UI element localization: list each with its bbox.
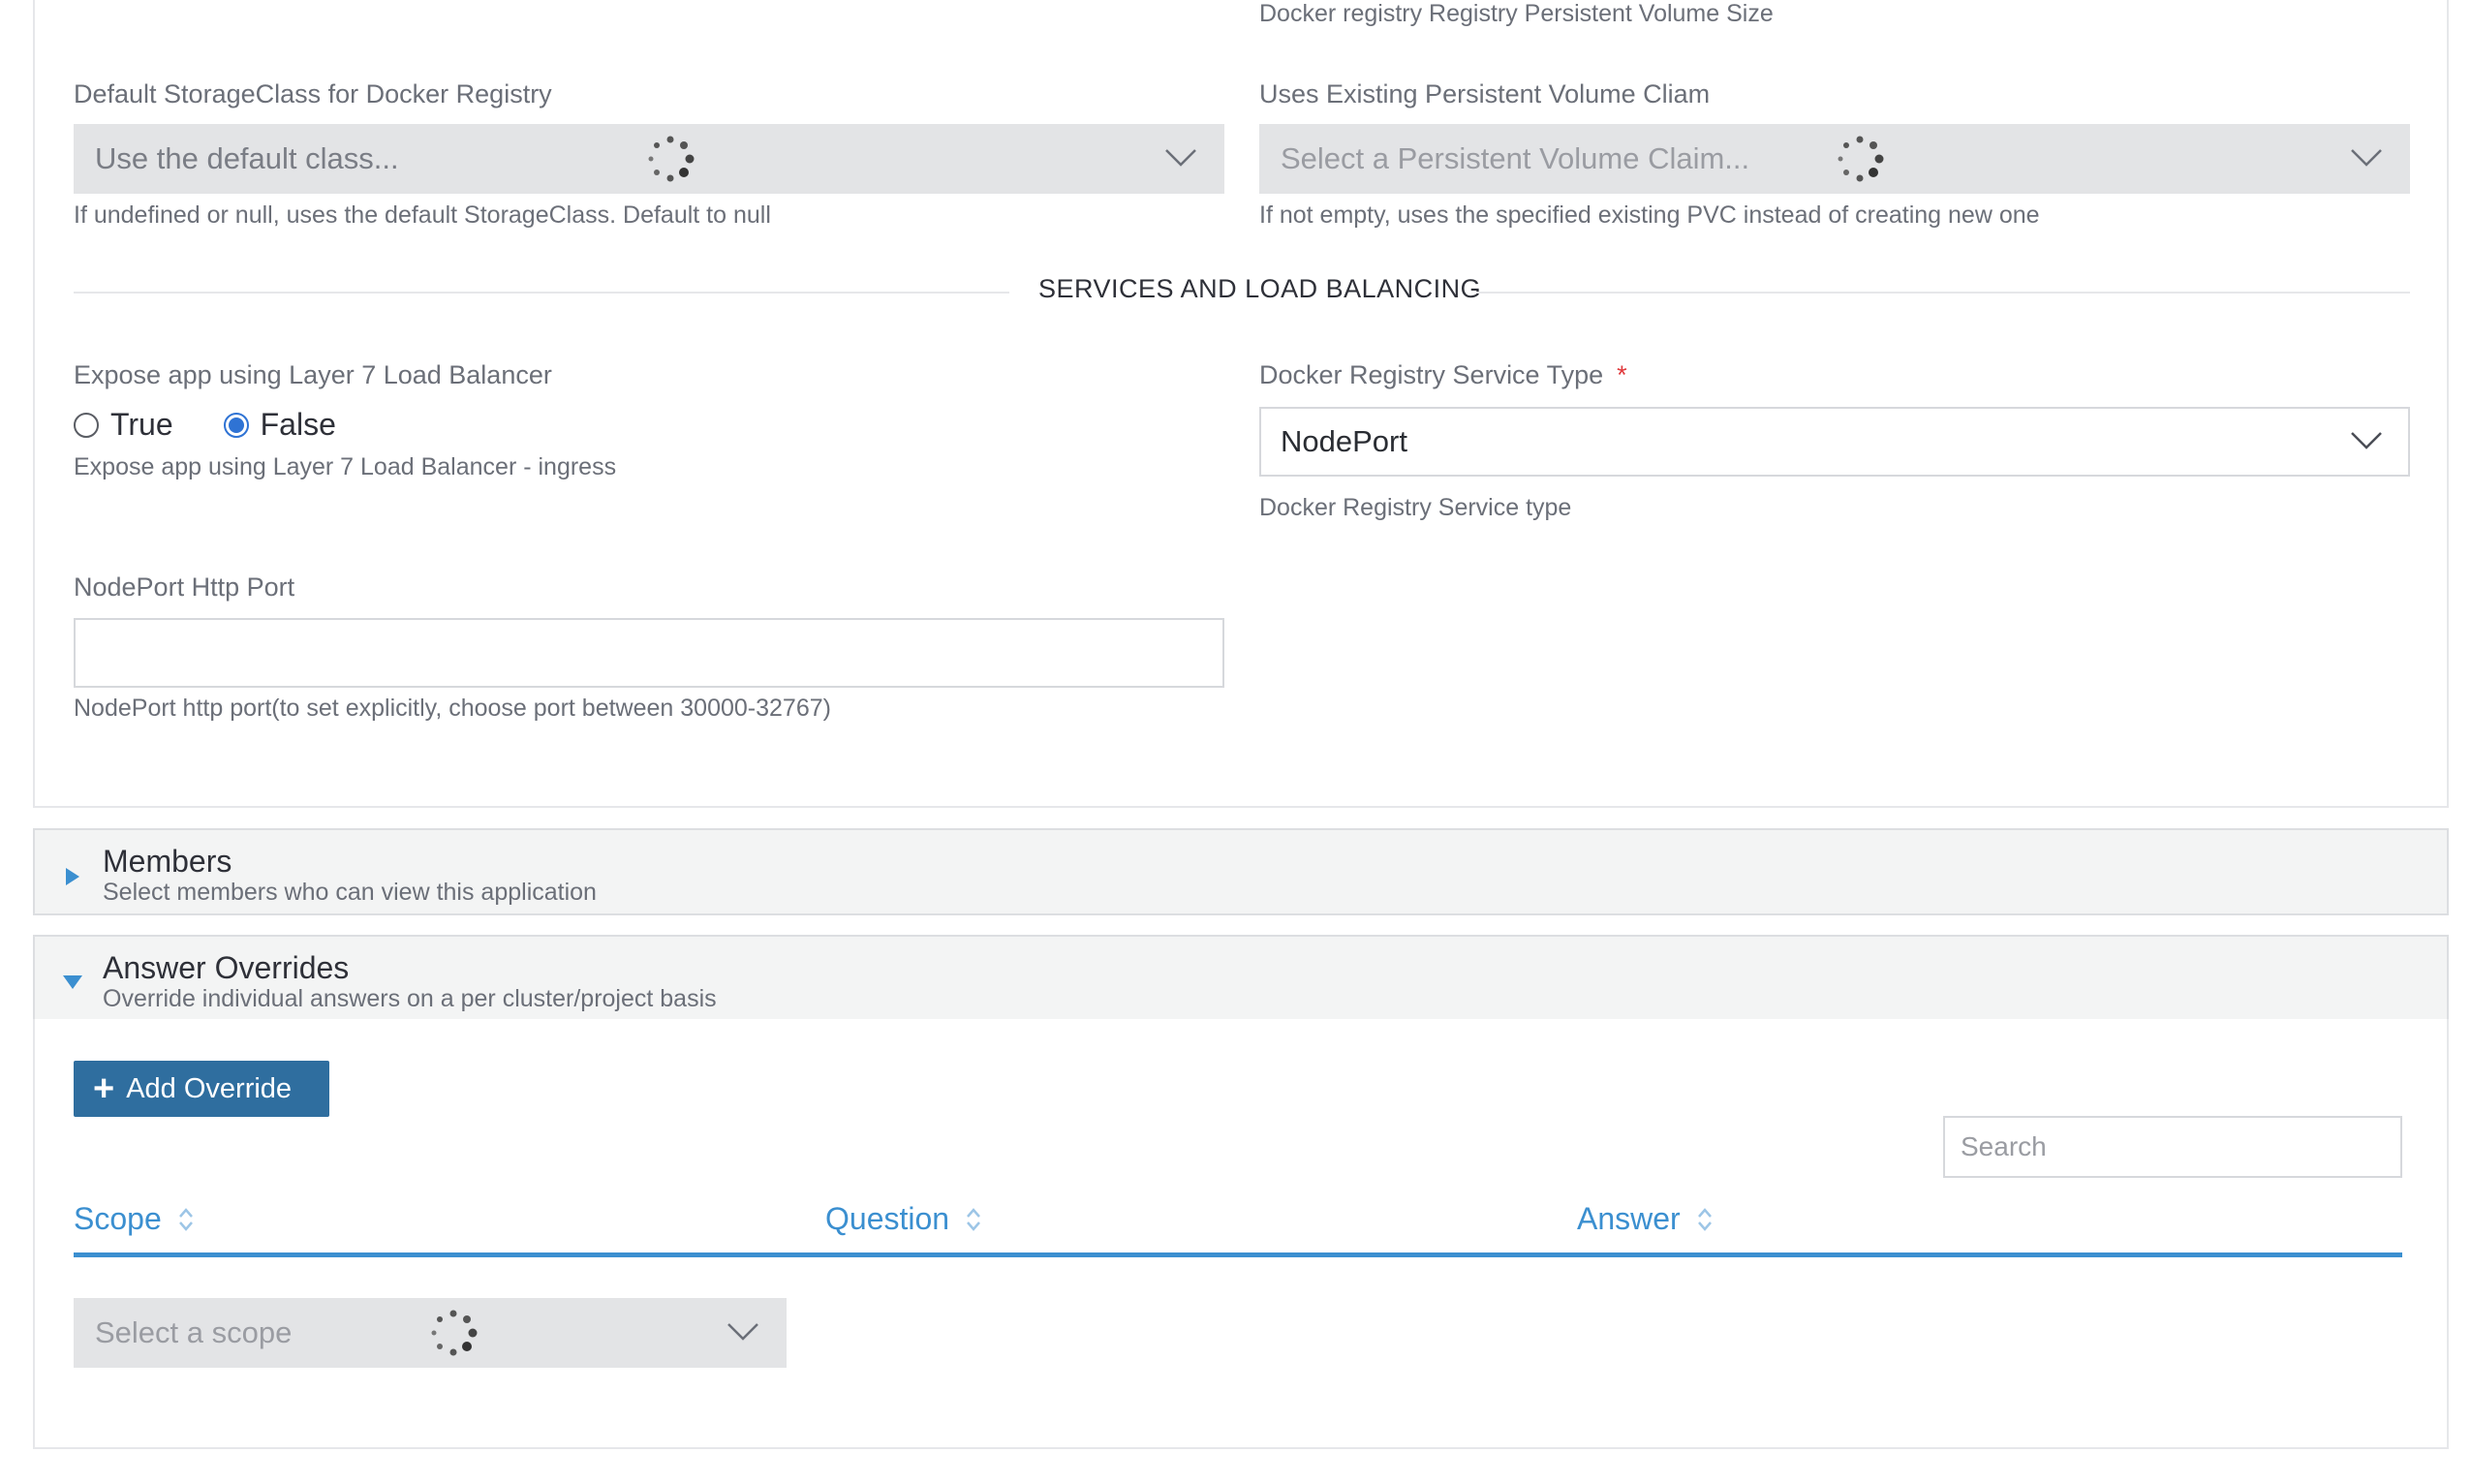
l7-lb-label: Expose app using Layer 7 Load Balancer bbox=[74, 360, 552, 389]
plus-icon: + bbox=[93, 1068, 115, 1109]
pvc-help: If not empty, uses the specified existin… bbox=[1259, 201, 2040, 229]
l7-radio-true[interactable]: True bbox=[74, 407, 173, 443]
pvc-placeholder: Select a Persistent Volume Claim... bbox=[1281, 141, 1750, 175]
chevron-down-icon bbox=[1165, 149, 1196, 167]
column-header-question[interactable]: Question bbox=[825, 1201, 982, 1237]
add-override-label: Add Override bbox=[126, 1072, 293, 1104]
loading-spinner-icon bbox=[431, 1310, 478, 1356]
l7-lb-help: Expose app using Layer 7 Load Balancer -… bbox=[74, 453, 617, 480]
scope-placeholder: Select a scope bbox=[95, 1315, 293, 1349]
members-accordion[interactable]: Members Select members who can view this… bbox=[33, 828, 2449, 915]
services-section-title: SERVICES AND LOAD BALANCING bbox=[1038, 274, 1482, 303]
section-divider-right bbox=[1476, 292, 2410, 294]
storageclass-select[interactable]: Use the default class... bbox=[74, 124, 1224, 194]
sort-icon bbox=[967, 1207, 981, 1231]
table-header-divider bbox=[74, 1252, 2402, 1257]
pv-size-help: Docker registry Registry Persistent Volu… bbox=[1259, 0, 1774, 27]
chevron-down-icon bbox=[2351, 149, 2382, 167]
loading-spinner-icon bbox=[1838, 136, 1884, 182]
service-type-value: NodePort bbox=[1281, 424, 1407, 458]
column-question-label: Question bbox=[825, 1201, 950, 1236]
storageclass-placeholder: Use the default class... bbox=[95, 141, 399, 175]
column-scope-label: Scope bbox=[74, 1201, 162, 1236]
service-type-help: Docker Registry Service type bbox=[1259, 494, 1572, 521]
chevron-down-icon bbox=[727, 1323, 758, 1341]
column-answer-label: Answer bbox=[1577, 1201, 1681, 1236]
sort-icon bbox=[178, 1207, 193, 1231]
overrides-title: Answer Overrides bbox=[103, 950, 350, 985]
storageclass-label: Default StorageClass for Docker Registry bbox=[74, 79, 552, 108]
l7-radio-false[interactable]: False bbox=[223, 407, 336, 443]
nodeport-input[interactable] bbox=[74, 618, 1224, 688]
section-divider-left bbox=[74, 292, 1009, 294]
pvc-select[interactable]: Select a Persistent Volume Claim... bbox=[1259, 124, 2410, 194]
l7-radio-group: True False bbox=[74, 407, 336, 443]
radio-checked-icon bbox=[223, 412, 249, 438]
service-type-label: Docker Registry Service Type * bbox=[1259, 360, 1627, 389]
members-title: Members bbox=[103, 844, 232, 879]
sort-icon bbox=[1697, 1207, 1712, 1231]
l7-option-true-label: True bbox=[110, 407, 173, 442]
service-type-select[interactable]: NodePort bbox=[1259, 407, 2410, 477]
overrides-subtitle: Override individual answers on a per clu… bbox=[103, 985, 717, 1012]
members-subtitle: Select members who can view this applica… bbox=[103, 879, 597, 906]
add-override-button[interactable]: + Add Override bbox=[74, 1061, 329, 1117]
caret-down-icon bbox=[63, 975, 82, 989]
column-header-answer[interactable]: Answer bbox=[1577, 1201, 1714, 1237]
required-marker: * bbox=[1617, 360, 1627, 389]
column-header-scope[interactable]: Scope bbox=[74, 1201, 195, 1237]
nodeport-label: NodePort Http Port bbox=[74, 572, 295, 602]
nodeport-help: NodePort http port(to set explicitly, ch… bbox=[74, 695, 831, 722]
search-input[interactable] bbox=[1943, 1116, 2402, 1178]
caret-right-icon bbox=[66, 868, 79, 885]
scope-select[interactable]: Select a scope bbox=[74, 1298, 787, 1368]
radio-unchecked-icon bbox=[74, 412, 99, 438]
l7-option-false-label: False bbox=[260, 407, 336, 442]
answer-overrides-accordion[interactable]: Answer Overrides Override individual ans… bbox=[33, 935, 2449, 1022]
overrides-panel bbox=[33, 1019, 2449, 1449]
storageclass-help: If undefined or null, uses the default S… bbox=[74, 201, 771, 229]
loading-spinner-icon bbox=[648, 136, 695, 182]
chevron-down-icon bbox=[2351, 432, 2382, 449]
pvc-label: Uses Existing Persistent Volume Cliam bbox=[1259, 79, 1711, 108]
